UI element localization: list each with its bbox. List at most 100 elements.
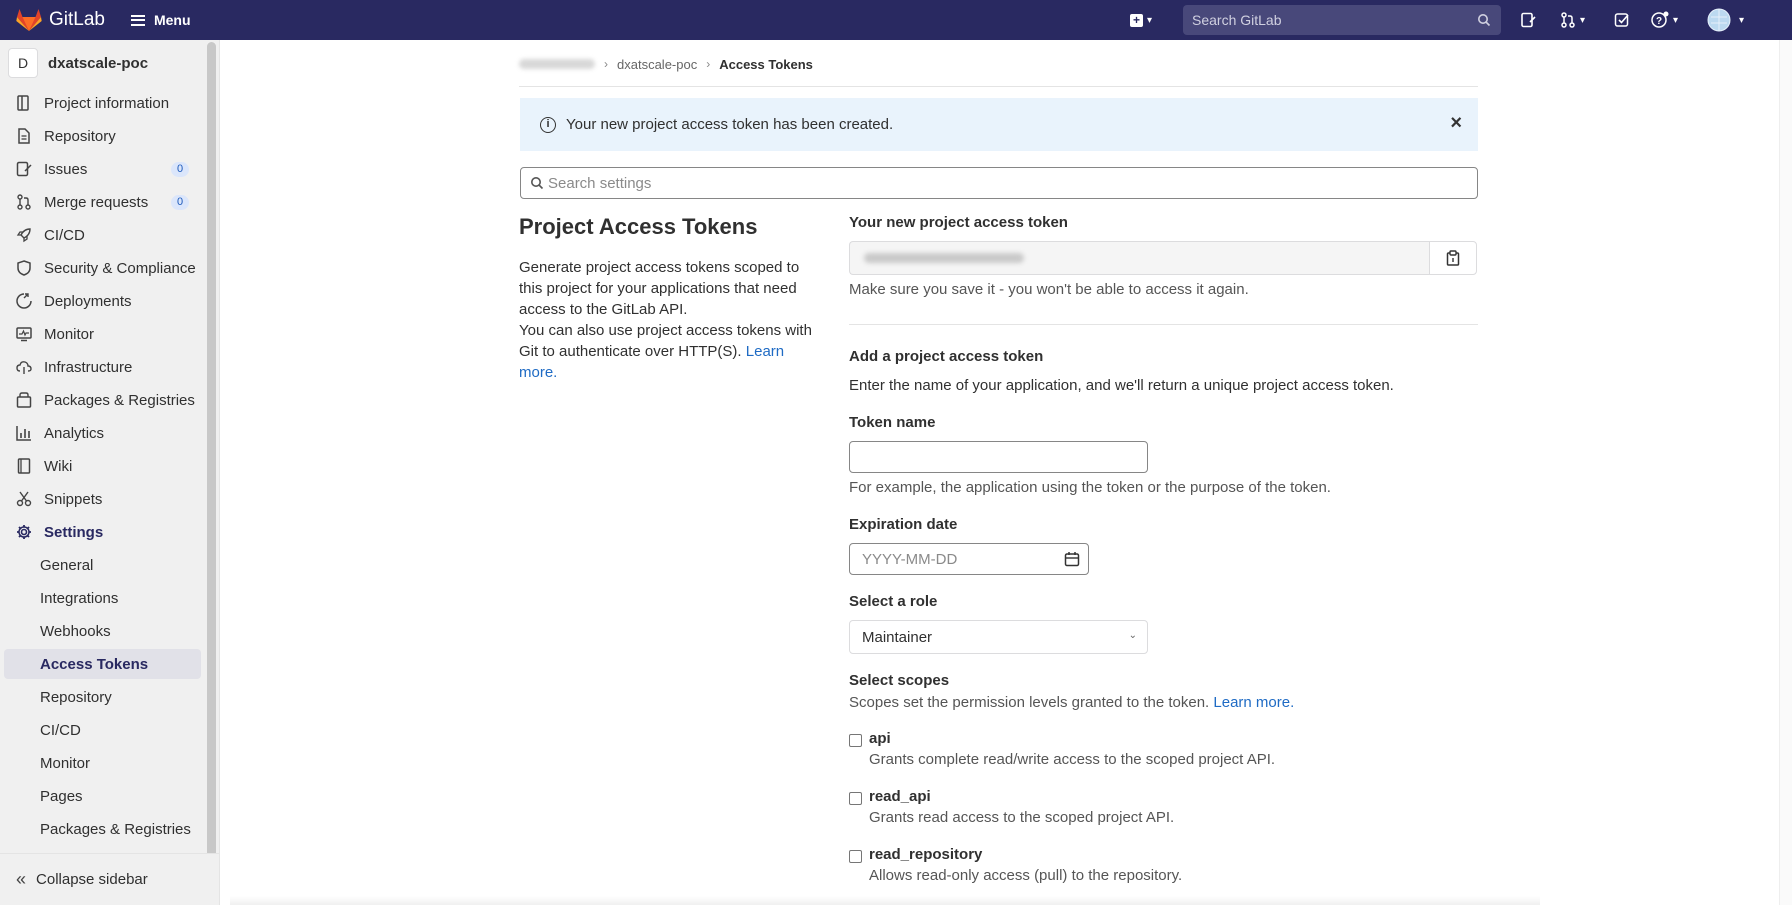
scope-name: read_repository (869, 846, 983, 863)
expiration-date-input[interactable]: YYYY-MM-DD (849, 543, 1089, 575)
divider (849, 324, 1478, 325)
sidebar-sub-webhooks[interactable]: Webhooks (4, 616, 201, 646)
copy-token-button[interactable] (1429, 241, 1477, 275)
sidebar-sub-pages[interactable]: Pages (4, 781, 201, 811)
page-scrollbar[interactable] (1779, 40, 1792, 905)
sidebar: D dxatscale-poc Project information Repo… (0, 40, 220, 905)
calendar-icon[interactable] (1064, 551, 1080, 567)
sidebar-project-header[interactable]: D dxatscale-poc (8, 48, 148, 78)
collapse-sidebar-button[interactable]: « Collapse sidebar (0, 853, 219, 905)
role-select[interactable]: Maintainer ⌄ (849, 620, 1148, 654)
search-settings-input[interactable]: Search settings (520, 167, 1478, 199)
global-search-input[interactable]: Search GitLab (1183, 5, 1501, 35)
sidebar-sub-general[interactable]: General (4, 550, 201, 580)
sidebar-item-cicd[interactable]: CI/CD (4, 220, 201, 250)
package-icon (16, 392, 32, 408)
logo-text: GitLab (49, 9, 105, 30)
sidebar-sub-integrations[interactable]: Integrations (4, 583, 201, 613)
sidebar-sub-monitor[interactable]: Monitor (4, 748, 201, 778)
sidebar-item-label: Infrastructure (44, 358, 133, 376)
breadcrumb-project[interactable]: dxatscale-poc (617, 57, 697, 72)
help-nav-button[interactable]: ? ▾ (1651, 0, 1678, 40)
chevron-down-icon: ▾ (1147, 14, 1153, 26)
sidebar-item-issues[interactable]: Issues 0 (4, 154, 201, 184)
close-icon[interactable]: × (1450, 112, 1462, 135)
chevron-down-icon: ⌄ (1128, 630, 1137, 641)
sidebar-item-wiki[interactable]: Wiki (4, 451, 201, 481)
cloud-icon (16, 359, 32, 375)
user-menu-button[interactable]: ▾ (1707, 0, 1744, 40)
breadcrumb-current[interactable]: Access Tokens (719, 57, 813, 72)
search-settings-placeholder: Search settings (548, 174, 652, 192)
doc-icon (16, 128, 32, 144)
gear-icon (16, 524, 32, 540)
merge-request-icon (1561, 12, 1575, 28)
sidebar-item-security[interactable]: Security & Compliance (4, 253, 201, 283)
token-name-input[interactable] (849, 441, 1148, 473)
expiration-date-label: Expiration date (849, 516, 958, 533)
issues-icon (1521, 12, 1536, 28)
sidebar-sub-access-tokens[interactable]: Access Tokens (4, 649, 201, 679)
tanuki-icon (16, 9, 42, 31)
token-name-label: Token name (849, 414, 936, 431)
sidebar-item-snippets[interactable]: Snippets (4, 484, 201, 514)
global-search-placeholder: Search GitLab (1192, 12, 1282, 28)
project-icon (16, 95, 32, 111)
scopes-learn-more-link[interactable]: Learn more. (1213, 694, 1294, 711)
sidebar-item-deployments[interactable]: Deployments (4, 286, 201, 316)
gitlab-logo[interactable]: GitLab (16, 0, 105, 40)
sidebar-sub-repository[interactable]: Repository (4, 682, 201, 712)
section-description-1: Generate project access tokens scoped to… (519, 259, 800, 318)
issues-nav-button[interactable] (1520, 0, 1536, 40)
role-select-value: Maintainer (862, 628, 933, 646)
chevron-right-icon: › (706, 57, 711, 71)
scopes-description: Scopes set the permission levels granted… (849, 694, 1294, 711)
token-name-help: For example, the application using the t… (849, 479, 1331, 496)
token-value-redacted (864, 253, 1024, 263)
scope-description: Allows read-only access (pull) to the re… (869, 867, 1183, 884)
scope-read-api: read_api Grants read access to the scope… (849, 788, 1174, 826)
chevron-down-icon: ▾ (1739, 14, 1745, 26)
sidebar-item-infrastructure[interactable]: Infrastructure (4, 352, 201, 382)
snippet-icon (16, 491, 32, 507)
todos-nav-button[interactable] (1614, 0, 1630, 40)
sidebar-item-label: Merge requests (44, 193, 149, 211)
page-title: Project Access Tokens (519, 214, 758, 239)
sidebar-scrollbar[interactable] (207, 42, 216, 857)
scope-read-repository-checkbox[interactable] (849, 850, 862, 863)
book-icon (16, 458, 32, 474)
search-icon (531, 177, 544, 190)
merge-requests-nav-button[interactable]: ▾ (1560, 0, 1585, 40)
sidebar-item-analytics[interactable]: Analytics (4, 418, 201, 448)
scope-description: Grants read access to the scoped project… (869, 809, 1175, 826)
new-dropdown-button[interactable]: + ▾ (1130, 0, 1152, 40)
sidebar-item-label: Repository (44, 127, 116, 145)
sidebar-item-merge-requests[interactable]: Merge requests 0 (4, 187, 201, 217)
sidebar-item-repository[interactable]: Repository (4, 121, 201, 151)
scope-api-checkbox[interactable] (849, 734, 862, 747)
clipboard-icon (1446, 250, 1460, 266)
sidebar-item-monitor[interactable]: Monitor (4, 319, 201, 349)
deployments-icon (16, 293, 32, 309)
section-description: Generate project access tokens scoped to… (519, 257, 819, 383)
sidebar-item-label: Snippets (44, 490, 103, 508)
sidebar-sub-cicd[interactable]: CI/CD (4, 715, 201, 745)
scope-read-api-checkbox[interactable] (849, 792, 862, 805)
new-token-field[interactable] (849, 241, 1430, 275)
project-avatar: D (8, 48, 38, 78)
sidebar-item-label: Deployments (44, 292, 132, 310)
merge-requests-count-badge: 0 (171, 195, 189, 210)
scope-read-repository: read_repository Allows read-only access … (849, 846, 1182, 884)
merge-request-icon (16, 194, 32, 210)
sidebar-item-label: Settings (44, 523, 104, 541)
help-icon: ? (1651, 11, 1669, 28)
sidebar-item-settings[interactable]: Settings (4, 517, 201, 547)
add-token-title: Add a project access token (849, 348, 1044, 365)
sidebar-sub-packages[interactable]: Packages & Registries (4, 814, 201, 844)
sidebar-item-project-information[interactable]: Project information (4, 88, 201, 118)
sidebar-item-label: CI/CD (44, 226, 85, 244)
menu-button[interactable]: Menu (130, 12, 191, 28)
breadcrumb-group-redacted[interactable] (519, 59, 595, 69)
sidebar-item-packages[interactable]: Packages & Registries (4, 385, 201, 415)
sidebar-item-label: Packages & Registries (44, 391, 195, 409)
